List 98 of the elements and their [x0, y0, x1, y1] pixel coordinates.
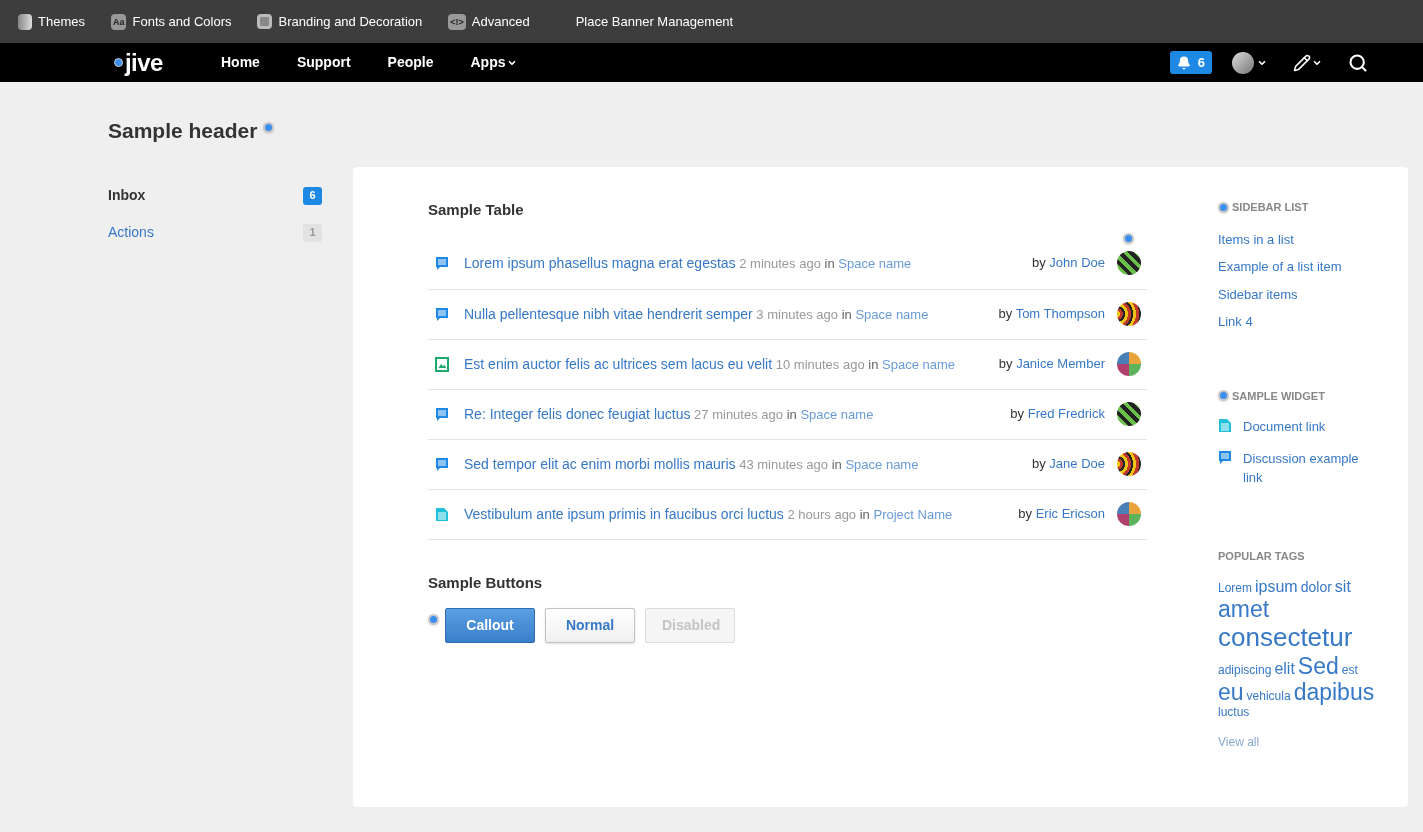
document-icon: [1218, 418, 1232, 433]
tag-link[interactable]: consectetur: [1218, 622, 1353, 653]
place-link[interactable]: Project Name: [873, 506, 953, 522]
image-icon: [435, 356, 449, 372]
nav-link[interactable]: People: [387, 52, 434, 73]
nav-link[interactable]: Support: [296, 52, 351, 73]
avatar-pattern: [1117, 302, 1141, 326]
callout-button[interactable]: Callout: [445, 608, 535, 643]
document-icon: [435, 506, 449, 522]
tag-link[interactable]: est: [1341, 663, 1358, 678]
place-link[interactable]: Space name: [855, 306, 929, 322]
tag-link[interactable]: dolor: [1300, 579, 1332, 596]
avatar-pattern: [1117, 352, 1141, 376]
admin-menu-item[interactable]: Aa Fonts and Colors: [110, 11, 232, 32]
content-entry: Vestibulum ante ipsum primis in faucibus orci luctus 2 hours ago in Project Name: [464, 504, 953, 524]
author-link[interactable]: Tom Thompson: [1015, 306, 1105, 322]
avatar-menu[interactable]: [1232, 51, 1267, 74]
side-nav-link[interactable]: Actions: [108, 222, 154, 243]
widget-title: POPULAR TAGS: [1218, 548, 1306, 564]
tag-link[interactable]: sit: [1334, 578, 1351, 597]
content-entry: Re: Integer felis donec feugiat luctus 27 minutes ago in Space name: [464, 404, 874, 424]
author-link[interactable]: John Doe: [1049, 255, 1105, 271]
tag-link[interactable]: Sed: [1297, 652, 1339, 680]
tag-link[interactable]: eu: [1218, 679, 1244, 706]
pencil-icon: [1293, 53, 1311, 72]
tag-link[interactable]: amet: [1218, 596, 1270, 623]
place-link[interactable]: Space name: [800, 406, 874, 422]
count-badge: 1: [303, 223, 322, 242]
author-line: by Fred Fredrick: [1010, 405, 1105, 424]
content-link[interactable]: Lorem ipsum phasellus magna erat egestas: [464, 254, 736, 271]
tag-link[interactable]: luctus: [1218, 705, 1250, 720]
discussion-icon: [435, 456, 449, 472]
place-link[interactable]: Space name: [845, 456, 919, 472]
author-link[interactable]: Jane Doe: [1049, 456, 1105, 472]
author-link[interactable]: Janice Member: [1016, 356, 1105, 372]
nav-link[interactable]: Home: [221, 52, 260, 73]
author-line: by Tom Thompson: [998, 305, 1105, 324]
search-button[interactable]: [1348, 52, 1368, 73]
admin-menu-item[interactable]: <!> Advanced: [448, 11, 530, 32]
admin-menu-item[interactable]: Themes: [18, 11, 85, 32]
content-link[interactable]: Sed tempor elit ac enim morbi mollis mauris: [464, 455, 736, 472]
content-link[interactable]: Vestibulum ante ipsum primis in faucibus orci luctus: [464, 505, 784, 522]
author-line: by Jane Doe: [1032, 455, 1105, 474]
avatar-placeholder: [1232, 51, 1254, 74]
create-menu[interactable]: [1293, 53, 1322, 72]
discussion-icon: [1218, 449, 1232, 465]
content-link[interactable]: Re: Integer felis donec feugiat luctus: [464, 405, 691, 422]
author-line: by John Doe: [1032, 254, 1105, 273]
place-link[interactable]: Space name: [838, 255, 912, 271]
notifications-button[interactable]: 6: [1169, 51, 1212, 74]
author-link[interactable]: Fred Fredrick: [1027, 406, 1105, 422]
discussion-icon: [435, 406, 449, 422]
normal-button[interactable]: Normal: [545, 608, 635, 643]
search-icon: [1348, 52, 1368, 73]
content-link[interactable]: Nulla pellentesque nibh vitae hendrerit semper: [464, 305, 753, 322]
author-line: by Janice Member: [998, 355, 1105, 374]
side-nav-link[interactable]: Inbox: [108, 185, 146, 206]
discussion-icon: [435, 306, 449, 322]
admin-menu-item[interactable]: Branding and Decoration: [257, 11, 423, 32]
author-link[interactable]: Eric Ericson: [1035, 506, 1105, 522]
bell-icon: [1176, 55, 1191, 70]
discussion-icon: [435, 255, 449, 271]
tag-link[interactable]: dapibus: [1293, 679, 1375, 706]
sidebar-link[interactable]: Link 4: [1218, 312, 1393, 332]
content-entry: Sed tempor elit ac enim morbi mollis mauris 43 minutes ago in Space name: [464, 454, 919, 474]
view-all-link[interactable]: View all: [1218, 733, 1393, 752]
admin-icon: <!>: [448, 13, 466, 30]
tag-link[interactable]: Lorem: [1218, 582, 1252, 596]
tag-link[interactable]: elit: [1274, 659, 1295, 679]
section-title: Sample Buttons: [428, 572, 544, 593]
panel-icon: [18, 13, 32, 30]
avatar-pattern: [1117, 452, 1141, 476]
content-entry: Nulla pellentesque nibh vitae hendrerit semper 3 minutes ago in Space name: [464, 304, 929, 324]
avatar-pattern: [1117, 402, 1141, 426]
page-title: Sample header: [108, 117, 258, 144]
logo[interactable]: jive: [125, 50, 163, 75]
author-line: by Eric Ericson: [1018, 505, 1105, 524]
content-link[interactable]: Est enim auctor felis ac ultrices sem lacus eu velit: [464, 355, 773, 372]
widget-link[interactable]: Discussion example link: [1243, 448, 1373, 488]
tag-link[interactable]: vehicula: [1246, 690, 1291, 704]
sidebar-link[interactable]: Sidebar items: [1218, 284, 1393, 304]
place-link[interactable]: Space name: [882, 356, 956, 372]
admin-menu-item[interactable]: Place Banner Management: [575, 11, 734, 32]
section-title: Sample Table: [428, 200, 525, 220]
sidebar-link[interactable]: Items in a list: [1218, 229, 1393, 249]
widget-link[interactable]: Document link: [1243, 417, 1373, 437]
count-badge: 6: [303, 186, 322, 205]
admin-icon: Aa: [110, 13, 127, 30]
widget-title: SIDEBAR LIST: [1232, 200, 1309, 215]
content-entry: Est enim auctor felis ac ultrices sem lacus eu velit 10 minutes ago in Space name: [464, 354, 956, 374]
tag-link[interactable]: adipiscing: [1218, 663, 1272, 678]
sidebar-link[interactable]: Example of a list item: [1218, 257, 1393, 277]
content-entry: Lorem ipsum phasellus magna erat egestas 2 minutes ago in Space name: [464, 253, 912, 273]
tag-link[interactable]: ipsum: [1255, 578, 1298, 597]
avatar-pattern: [1117, 502, 1141, 526]
widget-title: SAMPLE WIDGET: [1232, 388, 1325, 404]
nav-link[interactable]: Apps: [470, 52, 518, 73]
avatar-pattern: [1117, 251, 1141, 275]
